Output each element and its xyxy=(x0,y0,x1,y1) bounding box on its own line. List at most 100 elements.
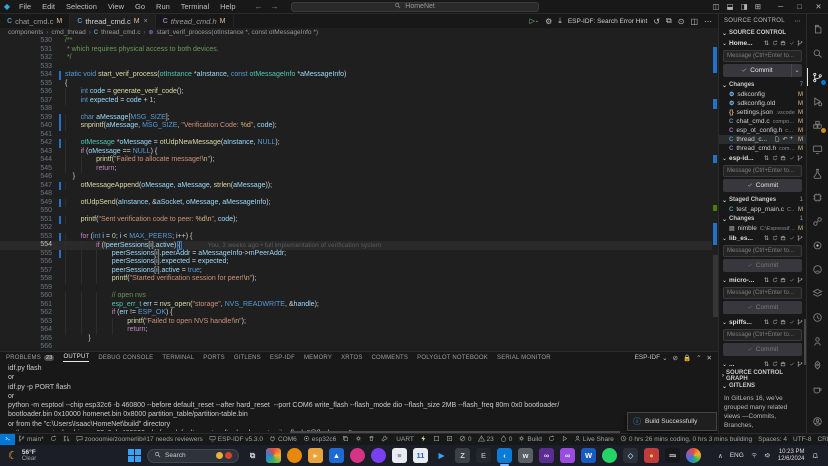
activity-search-icon[interactable] xyxy=(807,41,828,65)
output-channel-select[interactable]: ESP-IDF⌄ xyxy=(634,354,667,362)
commit-button[interactable]: Commit xyxy=(723,259,802,272)
status-trash[interactable] xyxy=(365,434,378,445)
menu-item-view[interactable]: View xyxy=(103,2,129,11)
taskbar-green-app[interactable] xyxy=(602,448,617,463)
scm-repo-spiffs[interactable]: ⌄spiffs...⇅ xyxy=(719,317,806,328)
panel-tab-debug-console[interactable]: DEBUG CONSOLE xyxy=(98,355,153,361)
activity-remote-explorer-icon[interactable] xyxy=(807,137,828,161)
download-icon[interactable]: ⤓ xyxy=(558,16,562,26)
status-wrench[interactable] xyxy=(378,434,391,445)
taskbar-vscode[interactable]: ‹ xyxy=(497,448,512,463)
taskbar-visual-studio-2[interactable]: ∞ xyxy=(560,448,575,463)
minimize-button[interactable]: ─ xyxy=(771,2,790,11)
panel-tab-polyglot-notebook[interactable]: POLYGLOT NOTEBOOK xyxy=(417,355,488,361)
taskbar-file-explorer[interactable]: ▸ xyxy=(308,448,323,463)
commit-message-input[interactable]: Message (Ctrl+Enter to... xyxy=(723,245,802,257)
activity-java-icon[interactable] xyxy=(807,377,828,401)
scm-repo-libes[interactable]: ⌄lib_es...⇅ xyxy=(719,233,806,244)
taskbar-word[interactable]: W xyxy=(581,448,596,463)
toggle-panel-icon[interactable]: ◫ xyxy=(712,2,719,11)
clear-output-icon[interactable]: ⊘ xyxy=(673,354,678,362)
status-esp32c6[interactable]: esp32c6 xyxy=(300,434,340,445)
activity-live-share-icon[interactable] xyxy=(807,329,828,353)
weather-widget[interactable]: ☾ 56°FClear xyxy=(0,449,44,462)
taskbar-zip-app[interactable]: Z xyxy=(455,448,470,463)
menu-item-file[interactable]: File xyxy=(14,2,36,11)
panel-tab-esp-idf[interactable]: ESP-IDF xyxy=(270,355,295,361)
commit-message-input[interactable]: Message (Ctrl+Enter to... xyxy=(723,50,802,62)
menu-item-go[interactable]: Go xyxy=(130,2,150,11)
scm-file-espotconfigh[interactable]: Cesp_ot_config.hcom...M xyxy=(719,126,806,135)
taskbar-media-play[interactable]: ▶ xyxy=(434,448,449,463)
status-copy[interactable] xyxy=(339,434,352,445)
wifi-icon[interactable] xyxy=(751,452,758,460)
status-boxplus[interactable] xyxy=(443,434,456,445)
status-0[interactable]: 0 xyxy=(456,434,475,445)
activity-run-debug-icon[interactable] xyxy=(807,89,828,113)
notification-toast[interactable]: ⓘ Build Successfully xyxy=(627,412,717,431)
menu-item-help[interactable]: Help xyxy=(215,2,240,11)
status-crlf[interactable]: CRLF xyxy=(814,434,828,445)
scm-group-staged-changes[interactable]: ⌄Staged Changes1 xyxy=(719,195,806,205)
scm-file-threadcmdh[interactable]: Cthread_cmd.hcomp...M xyxy=(719,144,806,153)
more-actions-icon[interactable]: ⋯ xyxy=(795,18,801,25)
breadcrumb[interactable]: components›cmd_thread›Cthread_cmd.c›⊛sta… xyxy=(0,28,718,37)
tray-chevron-icon[interactable]: ∧ xyxy=(718,452,723,460)
clock[interactable]: 10:23 PM12/6/2024 xyxy=(778,449,805,463)
maximize-button[interactable]: □ xyxy=(790,2,809,11)
commit-button[interactable]: Commit xyxy=(723,343,802,356)
activity-github-icon[interactable] xyxy=(807,257,828,281)
customize-layout-icon[interactable]: ⊞ xyxy=(755,2,761,11)
split-editor-icon[interactable]: ◫ xyxy=(690,17,698,26)
taskbar-calendar[interactable]: 11 xyxy=(413,448,428,463)
status-remote[interactable] xyxy=(0,434,15,445)
breadcrumb-item[interactable]: components xyxy=(8,29,43,36)
panel-tab-memory[interactable]: MEMORY xyxy=(304,355,332,361)
scm-file-chatcmdc[interactable]: Cchat_cmd.ccompon...M xyxy=(719,117,806,126)
breadcrumb-item[interactable]: cmd_thread xyxy=(51,29,85,36)
taskbar-photos[interactable]: ▲ xyxy=(329,448,344,463)
close-button[interactable]: ✕ xyxy=(809,2,828,11)
activity-docker-icon[interactable] xyxy=(807,353,828,377)
scm-repo-[interactable]: ⌄...⇅ xyxy=(719,359,806,370)
scm-file-sdkconfigold[interactable]: ⚙sdkconfig.oldM xyxy=(719,99,806,108)
status-com6[interactable]: COM6 xyxy=(266,434,300,445)
output-console[interactable]: idf.py flashoridf.py -p PORT flashorpyth… xyxy=(0,363,718,431)
taskbar-gray-app[interactable]: w xyxy=(518,448,533,463)
toggle-bottom-panel-icon[interactable]: ⬓ xyxy=(727,2,734,11)
taskbar-dark-app[interactable]: E xyxy=(476,448,491,463)
code-editor[interactable]: 530/**531 * which requires physical acce… xyxy=(0,37,718,351)
activity-time-tracker-icon[interactable] xyxy=(807,305,828,329)
commit-button[interactable]: Commit xyxy=(723,301,802,314)
taskbar-visual-studio[interactable]: ∞ xyxy=(539,448,554,463)
status-utf-8[interactable]: UTF-8 xyxy=(790,434,814,445)
activity-source-control-icon[interactable] xyxy=(807,65,828,89)
esp-idf-search-error-hint-button[interactable]: ESP-IDF: Search Error Hint xyxy=(568,18,647,25)
maximize-panel-icon[interactable]: ⌃ xyxy=(696,354,701,362)
scm-section-header[interactable]: ⌄ SOURCE CONTROL xyxy=(719,28,806,38)
status-0-hrs-26-mins-coding-0-hrs-3[interactable]: 0 hrs 26 mins coding, 0 hrs 3 mins build… xyxy=(617,434,755,445)
status-spaces-4[interactable]: Spaces: 4 xyxy=(755,434,790,445)
activity-esp-idf-icon[interactable] xyxy=(807,185,828,209)
status-zoooomie-zoomerlib-17-needs-[interactable]: zoooomie/zoomerlib#17 needs reviewers xyxy=(73,434,206,445)
status-live-share[interactable]: Live Share xyxy=(571,434,617,445)
status-play[interactable] xyxy=(558,434,571,445)
editor-tab-thread_cmd.h[interactable]: Cthread_cmd.hM xyxy=(156,14,234,28)
scm-file-sdkconfig[interactable]: ⚙sdkconfigM xyxy=(719,90,806,99)
taskbar-black-app[interactable]: ≕ xyxy=(665,448,680,463)
taskbar-task-view[interactable]: ⧉ xyxy=(245,448,260,463)
language-indicator[interactable]: ENG xyxy=(730,452,744,459)
activity-gitlens-inspect-icon[interactable] xyxy=(807,281,828,305)
panel-tab-gitlens[interactable]: GITLENS xyxy=(234,355,261,361)
menu-item-run[interactable]: Run xyxy=(151,2,175,11)
run-button[interactable]: ▷⌄ xyxy=(530,17,540,25)
timeline-icon[interactable]: ↺ xyxy=(653,17,660,26)
status-esp-idf-v5-3-0[interactable]: ESP-IDF v5.3.0 xyxy=(206,434,266,445)
panel-tab-output[interactable]: OUTPUT xyxy=(63,354,89,362)
scm-group-changes[interactable]: ⌄Changes1 xyxy=(719,214,806,224)
status-main-[interactable]: main* xyxy=(15,434,47,445)
scm-file-nimble[interactable]: ▤nimbleC:\Espressif\...M xyxy=(719,224,806,233)
menu-item-selection[interactable]: Selection xyxy=(61,2,102,11)
scm-group-changes[interactable]: ⌄Changes7 xyxy=(719,80,806,90)
toggle-sidebar-icon[interactable]: ◨ xyxy=(741,2,748,11)
